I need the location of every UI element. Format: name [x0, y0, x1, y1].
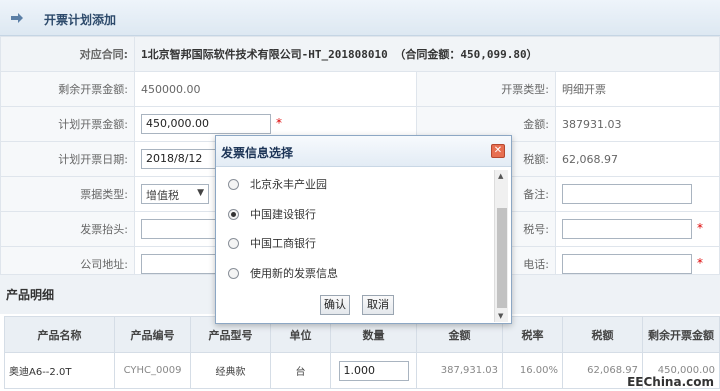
close-icon[interactable]: ✕ [491, 144, 505, 158]
option-label: 中国建设银行 [250, 208, 316, 221]
cell-unit: 台 [270, 352, 331, 389]
col-product-name: 产品名称 [4, 316, 115, 353]
radio-button[interactable] [228, 237, 239, 249]
option-3[interactable]: 使用新的发票信息 [228, 265, 338, 281]
scrollbar-thumb[interactable] [497, 208, 507, 308]
option-label: 使用新的发票信息 [250, 267, 338, 280]
col-tax: 税额 [562, 316, 643, 353]
address-input[interactable] [141, 254, 221, 274]
page-title: 开票计划添加 [44, 13, 117, 27]
invoice-info-dialog: 发票信息选择 ✕ 北京永丰产业园 中国建设银行 中国工商银行 使用新的发票信息 … [215, 135, 512, 324]
contract-value: 1北京智邦国际软件技术有限公司-HT_201808010 （合同金额：450,0… [141, 48, 538, 61]
bill-type-value: 增值税 [146, 189, 179, 202]
radio-button[interactable] [228, 267, 239, 279]
invoice-type-label: 开票类型: [416, 71, 556, 107]
dialog-titlebar: 发票信息选择 ✕ [216, 136, 511, 167]
product-section-title: 产品明细 [6, 288, 55, 302]
phone-input[interactable] [562, 254, 692, 274]
bill-type-label: 票据类型: [0, 176, 135, 212]
watermark: EEChina.com [627, 375, 714, 389]
cancel-button[interactable]: 取消 [362, 295, 394, 315]
cell-amount: 387,931.03 [416, 352, 503, 389]
cell-rate: 16.00% [502, 352, 563, 389]
planned-amount-input[interactable]: 450,000.00 [141, 114, 271, 134]
invoice-type-value: 明细开票 [555, 71, 720, 107]
dialog-title: 发票信息选择 [221, 146, 294, 160]
option-1[interactable]: 中国建设银行 [228, 206, 316, 222]
tax-value: 62,068.97 [555, 141, 720, 177]
invoice-header-input[interactable] [141, 219, 221, 239]
arrow-right-icon [11, 13, 23, 23]
required-mark: * [697, 256, 703, 270]
scroll-down-icon[interactable]: ▼ [498, 312, 503, 320]
radio-button[interactable] [228, 178, 239, 190]
radio-button-selected[interactable] [228, 208, 239, 220]
amount-value: 387931.03 [555, 106, 720, 142]
dialog-scrollbar[interactable]: ▲ ▼ [494, 170, 508, 322]
tax-no-input[interactable] [562, 219, 692, 239]
required-mark: * [697, 221, 703, 235]
invoice-header-label: 发票抬头: [0, 211, 135, 247]
planned-date-label: 计划开票日期: [0, 141, 135, 177]
col-remaining: 剩余开票金额 [642, 316, 720, 353]
option-label: 北京永丰产业园 [250, 178, 327, 191]
remaining-amount-label: 剩余开票金额: [0, 71, 135, 107]
qty-input[interactable]: 1.000 [338, 360, 409, 381]
chevron-down-icon: ▼ [197, 188, 204, 198]
contract-label: 对应合同: [0, 36, 135, 72]
option-0[interactable]: 北京永丰产业园 [228, 176, 327, 192]
cell-code: CYHC_0009 [114, 352, 191, 389]
page-header: 开票计划添加 [0, 0, 720, 36]
required-mark: * [276, 116, 282, 130]
confirm-button[interactable]: 确认 [320, 295, 350, 315]
remaining-amount-value: 450000.00 [134, 71, 417, 107]
option-label: 中国工商银行 [250, 237, 316, 250]
option-2[interactable]: 中国工商银行 [228, 235, 316, 251]
table-row: 奥迪A6--2.0T CYHC_0009 经典款 台 1.000 387,931… [4, 352, 720, 389]
cell-model: 经典款 [190, 352, 271, 389]
planned-date-input[interactable]: 2018/8/12 [141, 149, 221, 169]
dialog-body: 北京永丰产业园 中国建设银行 中国工商银行 使用新的发票信息 确认 取消 [216, 168, 494, 323]
remark-input[interactable] [562, 184, 692, 204]
planned-amount-label: 计划开票金额: [0, 106, 135, 142]
bill-type-select[interactable]: 增值税 ▼ [141, 184, 209, 204]
col-product-code: 产品编号 [114, 316, 191, 353]
scroll-up-icon[interactable]: ▲ [498, 172, 503, 180]
product-table: 产品名称 产品编号 产品型号 单位 数量 金额 税率 税额 剩余开票金额 奥迪A… [4, 316, 720, 389]
cell-name: 奥迪A6--2.0T [4, 352, 115, 389]
